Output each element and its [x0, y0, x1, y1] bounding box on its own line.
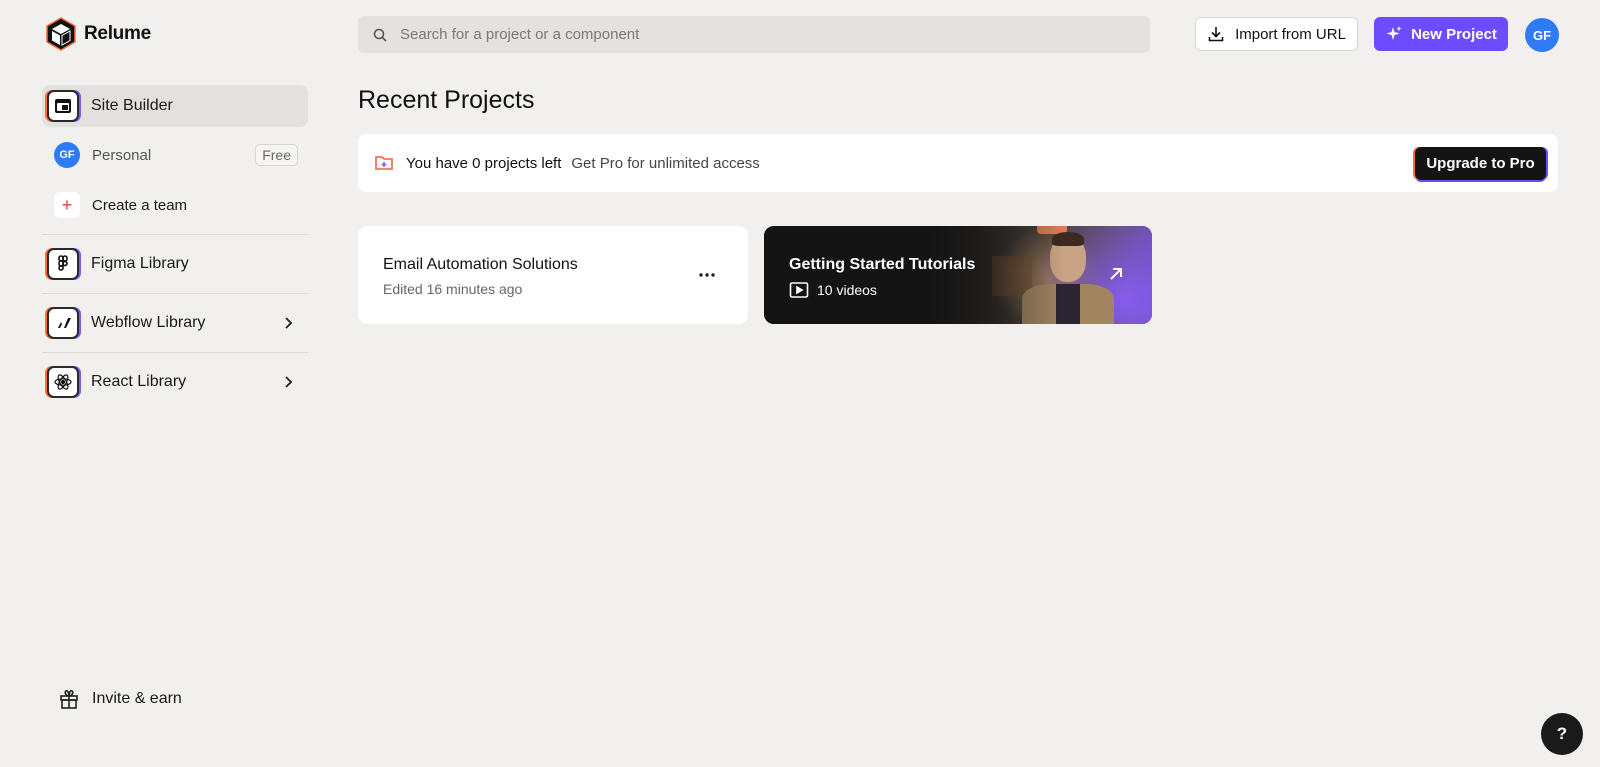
workspace-label: Personal: [92, 146, 152, 164]
new-project-button[interactable]: New Project: [1374, 17, 1508, 51]
webflow-icon: [47, 307, 79, 339]
divider: [42, 352, 308, 353]
search-input[interactable]: [400, 26, 1100, 43]
import-from-url-button[interactable]: Import from URL: [1195, 17, 1358, 51]
folder-plus-icon: [375, 156, 393, 170]
new-project-label: New Project: [1411, 25, 1497, 43]
nav-site-builder[interactable]: Site Builder: [42, 85, 308, 127]
help-button[interactable]: ?: [1541, 713, 1583, 755]
invite-label: Invite & earn: [92, 690, 182, 707]
nav-webflow-library[interactable]: Webflow Library: [42, 302, 308, 344]
chevron-right-icon: [285, 376, 293, 388]
tutorial-count: 10 videos: [789, 281, 877, 299]
video-count: 10 videos: [817, 282, 877, 298]
arrow-up-right-icon: [1110, 268, 1122, 280]
tutorials-card[interactable]: Getting Started Tutorials 10 videos: [764, 226, 1152, 324]
figma-icon: [47, 248, 79, 280]
search-bar[interactable]: [358, 16, 1150, 53]
sidebar: Relume Site Builder GF Personal Free + C…: [0, 0, 320, 767]
plus-icon: +: [54, 192, 80, 218]
relume-logo-icon: [46, 17, 76, 51]
upgrade-to-pro-button[interactable]: Upgrade to Pro: [1415, 147, 1546, 180]
nav-label: Figma Library: [91, 255, 189, 272]
video-play-icon: [789, 282, 809, 298]
plan-badge: Free: [255, 144, 298, 166]
tutorial-title: Getting Started Tutorials: [789, 256, 976, 273]
create-team-label: Create a team: [92, 196, 188, 214]
app-name: Relume: [84, 23, 151, 44]
download-icon: [1208, 27, 1224, 42]
create-team-button[interactable]: + Create a team: [42, 187, 308, 223]
gift-icon: [60, 690, 78, 709]
logo[interactable]: Relume: [45, 17, 151, 51]
more-options-icon[interactable]: [696, 264, 718, 286]
projects-limit-banner: You have 0 projects left Get Pro for unl…: [358, 134, 1558, 192]
react-icon: [47, 366, 79, 398]
import-label: Import from URL: [1235, 25, 1346, 43]
banner-subtext: Get Pro for unlimited access: [571, 154, 760, 172]
avatar: GF: [54, 142, 80, 168]
divider: [42, 293, 308, 294]
project-card[interactable]: Email Automation Solutions Edited 16 min…: [358, 226, 748, 324]
nav-react-library[interactable]: React Library: [42, 361, 308, 403]
chevron-right-icon: [285, 317, 293, 329]
site-builder-icon: [47, 90, 79, 122]
page-title: Recent Projects: [358, 86, 535, 114]
project-title: Email Automation Solutions: [383, 256, 578, 273]
invite-earn-link[interactable]: Invite & earn: [58, 688, 182, 710]
project-edited-time: Edited 16 minutes ago: [383, 281, 523, 297]
nav-figma-library[interactable]: Figma Library: [42, 243, 308, 285]
nav-label: Webflow Library: [91, 314, 206, 331]
workspace-personal[interactable]: GF Personal Free: [42, 137, 308, 173]
banner-message: You have 0 projects left: [406, 154, 562, 172]
sparkle-icon: [1386, 26, 1402, 40]
nav-label: Site Builder: [91, 97, 173, 114]
search-icon: [373, 28, 387, 42]
divider: [42, 234, 308, 235]
user-avatar[interactable]: GF: [1525, 18, 1559, 52]
nav-label: React Library: [91, 373, 187, 390]
